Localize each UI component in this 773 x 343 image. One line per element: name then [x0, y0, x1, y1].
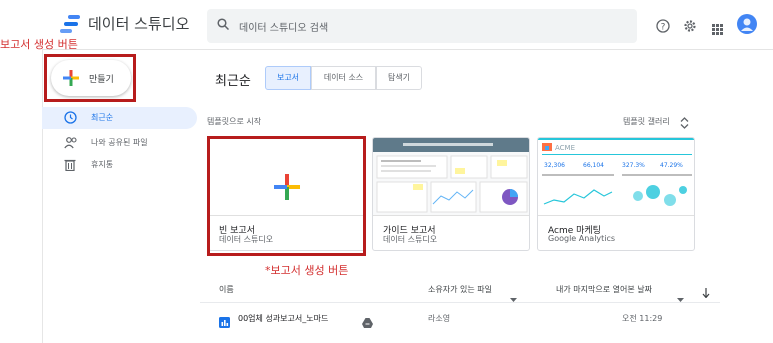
card-subtitle: 데이터 스튜디오 — [383, 235, 438, 244]
blank-report-annotation: *보고서 생성 버튼 — [265, 264, 349, 277]
acme-brand-text: ACME — [555, 144, 575, 152]
chevron-updown-icon[interactable] — [680, 114, 689, 133]
create-button-annotation: 보고서 생성 버튼 — [0, 38, 78, 51]
apps-grid-icon[interactable] — [712, 20, 723, 39]
help-icon[interactable]: ? — [656, 18, 670, 37]
search-icon — [217, 18, 229, 30]
clock-icon — [64, 111, 77, 124]
column-header-last-opened[interactable]: 내가 마지막으로 열어본 날짜 — [556, 284, 652, 295]
sidebar-item-label: 휴지통 — [91, 160, 114, 169]
sidebar-item-shared[interactable]: 나와 공유된 파일 — [42, 132, 197, 154]
report-name[interactable]: 00업체 성과보고서_노마드 — [238, 313, 328, 324]
page-title: 최근순 — [215, 74, 251, 89]
search-bar[interactable]: 데이터 스튜디오 검색 — [207, 9, 637, 43]
sidebar-item-label: 최근순 — [91, 113, 114, 122]
acme-metric: 47.29% — [660, 162, 683, 169]
template-card-acme[interactable]: ACME 32,306 66,104 327.3% 47.29% Acme 마케… — [537, 137, 695, 251]
app-title: 데이터 스튜디오 — [88, 15, 190, 33]
report-file-icon — [219, 313, 230, 332]
tab-data-sources[interactable]: 데이터 소스 — [311, 66, 376, 90]
settings-icon[interactable] — [683, 18, 697, 37]
menu-logo-icon[interactable] — [60, 15, 82, 37]
search-input[interactable]: 데이터 스튜디오 검색 — [239, 19, 328, 34]
acme-metric: 32,306 — [544, 162, 565, 169]
create-button-highlight — [44, 54, 136, 102]
acme-metric: 327.3% — [622, 162, 645, 169]
template-section-title: 템플릿으로 시작 — [207, 117, 262, 126]
template-gallery-toggle[interactable]: 템플릿 갤러리 — [623, 116, 670, 127]
sidebar-item-label: 나와 공유된 파일 — [91, 138, 148, 147]
acme-metric: 66,104 — [583, 162, 604, 169]
sidebar-item-recent[interactable]: 최근순 — [42, 107, 197, 129]
shared-people-icon — [64, 137, 77, 149]
guide-report-preview — [373, 138, 529, 213]
report-owner: 라소영 — [428, 314, 451, 323]
card-subtitle: Google Analytics — [548, 234, 616, 243]
tab-reports[interactable]: 보고서 — [265, 66, 311, 90]
card-thumbnail — [373, 138, 529, 216]
sort-arrow-down-icon[interactable] — [702, 283, 710, 302]
template-card-guide[interactable]: 가이드 보고서 데이터 스튜디오 — [372, 137, 530, 251]
report-last-opened: 오전 11:29 — [622, 314, 663, 323]
blank-report-highlight — [207, 136, 366, 256]
avatar[interactable] — [737, 14, 757, 38]
column-header-owner[interactable]: 소유자가 있는 파일 — [428, 284, 492, 295]
acme-report-preview: ACME 32,306 66,104 327.3% 47.29% — [538, 138, 694, 206]
card-thumbnail: ACME 32,306 66,104 327.3% 47.29% — [538, 138, 694, 216]
column-header-name[interactable]: 이름 — [219, 284, 234, 295]
shared-drive-icon — [362, 313, 373, 332]
trash-icon — [64, 159, 76, 171]
svg-text:?: ? — [661, 23, 666, 33]
tab-explorer[interactable]: 탐색기 — [376, 66, 422, 90]
sidebar-item-trash[interactable]: 휴지통 — [42, 154, 197, 176]
table-divider — [200, 302, 720, 303]
